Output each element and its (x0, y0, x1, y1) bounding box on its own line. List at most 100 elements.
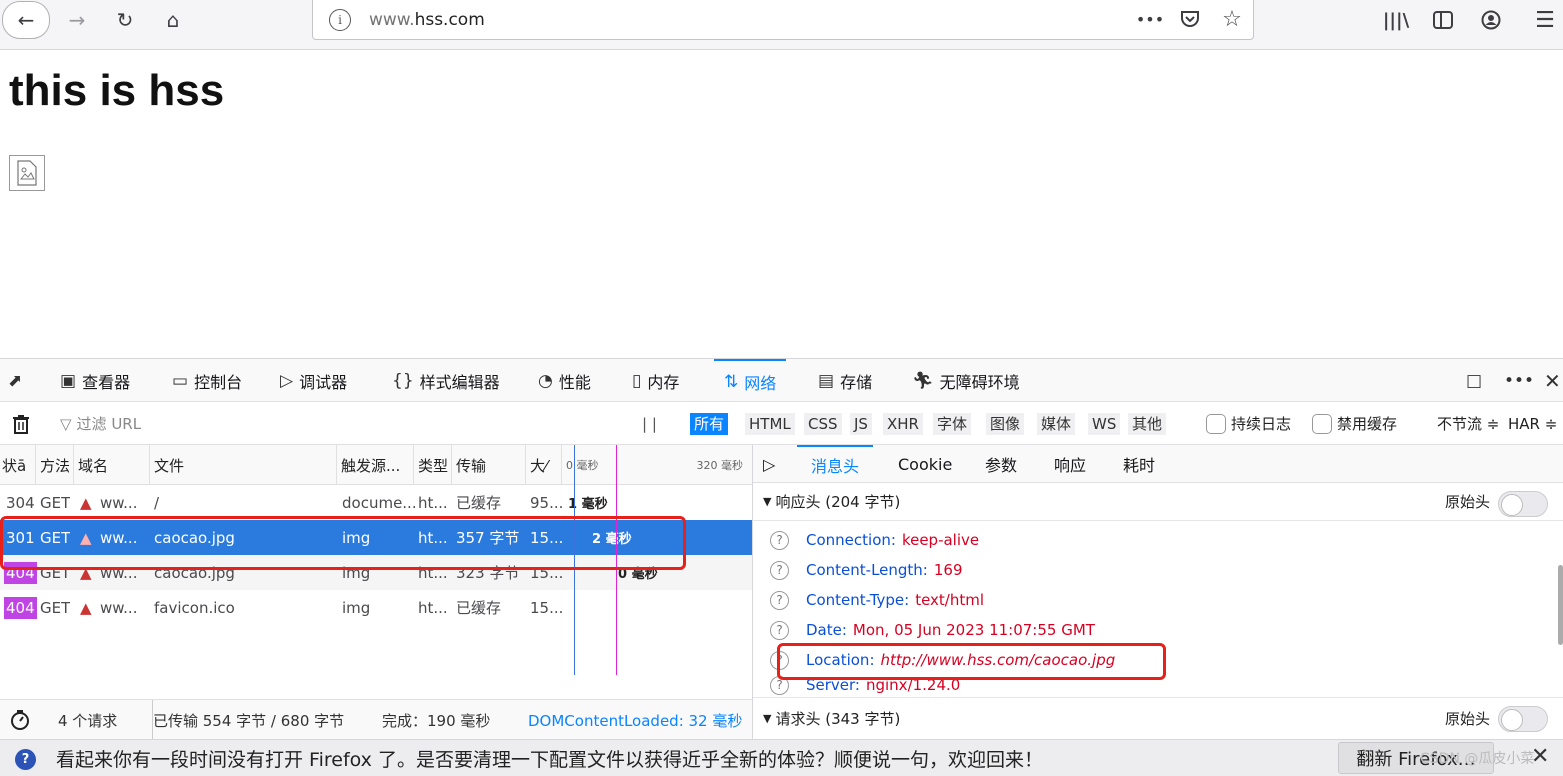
column-waterfall[interactable]: 0 毫秒 320 毫秒 (562, 445, 752, 485)
help-icon[interactable]: ? (770, 560, 789, 580)
timing-label: 0 毫秒 (618, 567, 658, 582)
column-status[interactable]: 状ā (0, 445, 36, 485)
cause-cell: img (342, 598, 371, 617)
info-icon[interactable]: i (329, 8, 351, 31)
help-icon[interactable]: ? (770, 675, 789, 695)
header-row: ? Content-Length: 169 (753, 555, 1553, 585)
table-row[interactable]: 404 GET ▲︎ ww... favicon.ico img ht... 已… (0, 590, 752, 625)
column-domain[interactable]: 域名 (74, 445, 150, 485)
tab-accessibility[interactable]: 🏃︎ 无障碍环境 (912, 359, 1020, 402)
tab-response[interactable]: 响应 (1054, 445, 1086, 483)
menu-icon[interactable]: ☰ (1530, 3, 1560, 37)
transferred-cell: 323 字节 (456, 564, 520, 582)
column-type[interactable]: 类型 (414, 445, 452, 485)
help-icon[interactable]: ? (770, 620, 789, 640)
page-heading: this is hss (9, 66, 225, 115)
column-size[interactable]: 大⁄ (526, 445, 562, 485)
page-actions-icon[interactable]: ••• (1135, 4, 1165, 34)
sidebar-icon[interactable] (1427, 3, 1459, 37)
tab-debugger[interactable]: ▷ 调试器 (280, 359, 347, 402)
header-value: nginx/1.24.0 (865, 676, 961, 694)
filter-xhr-button[interactable]: XHR (883, 413, 923, 435)
request-list-header: 状ā 方法 域名 文件 触发源... 类型 传输 大⁄ 0 毫秒 320 毫秒 (0, 445, 752, 485)
tab-memory[interactable]: ▯ 内存 (632, 359, 679, 402)
domain-cell: ww... (100, 598, 138, 617)
more-options-icon[interactable]: ••• (1504, 359, 1534, 402)
bookmark-star-icon[interactable]: ☆ (1217, 4, 1247, 34)
toggle-sidebar-icon[interactable]: ▷ (763, 445, 775, 483)
inspector-icon: ▣ (60, 370, 77, 391)
tab-inspector[interactable]: ▣ 查看器 (60, 359, 130, 402)
filter-ws-button[interactable]: WS (1088, 413, 1121, 435)
tab-storage[interactable]: ▤ 存储 (818, 359, 872, 402)
tab-cookies[interactable]: Cookie (898, 445, 952, 483)
disable-cache-checkbox[interactable]: 禁用缓存 (1312, 402, 1397, 445)
tab-label: 性能 (558, 372, 591, 392)
browser-toolbar: ← → ↻ ⌂ i www.hss.com ••• ☆ |||\ ☰ (0, 0, 1563, 50)
tab-style-editor[interactable]: {} 样式编辑器 (392, 359, 500, 402)
pocket-icon[interactable] (1175, 4, 1205, 34)
memory-icon: ▯ (632, 370, 642, 391)
filter-all-button[interactable]: 所有 (690, 413, 729, 435)
library-icon[interactable]: |||\ (1380, 3, 1412, 37)
column-file[interactable]: 文件 (150, 445, 337, 485)
account-icon[interactable] (1475, 3, 1507, 37)
filter-icon: ▽ (60, 414, 72, 433)
table-row[interactable]: 304 GET ▲︎ ww... / docume... ht... 已缓存 9… (0, 485, 752, 520)
filter-images-button[interactable]: 图像 (986, 413, 1025, 435)
forward-arrow-icon[interactable]: → (62, 3, 92, 37)
header-name: Content-Length: (806, 561, 928, 579)
back-arrow-icon[interactable]: ← (2, 1, 50, 39)
status-badge: 404 (4, 596, 37, 619)
column-cause[interactable]: 触发源... (337, 445, 414, 485)
column-transferred[interactable]: 传输 (452, 445, 526, 485)
table-row[interactable]: 301 GET ▲︎ ww... caocao.jpg img ht... 35… (0, 520, 752, 555)
filter-html-button[interactable]: HTML (745, 413, 795, 435)
request-headers-title: 请求头 (343 字节) (775, 710, 901, 728)
help-icon[interactable]: ? (770, 590, 789, 610)
tab-params[interactable]: 参数 (985, 445, 1017, 483)
type-cell: ht... (418, 598, 448, 617)
tab-network[interactable]: ⇅ 网络 (714, 359, 787, 402)
tab-timings[interactable]: 耗时 (1123, 445, 1155, 483)
size-cell: 15... (530, 528, 564, 547)
url-bar[interactable]: i www.hss.com ••• ☆ (312, 0, 1254, 40)
responsive-mode-icon[interactable]: □ (1466, 359, 1482, 402)
type-cell: ht... (418, 528, 448, 547)
element-picker-icon[interactable]: ⬈ (8, 359, 22, 402)
help-icon[interactable]: ? (770, 530, 789, 550)
throttle-select[interactable]: 不节流 ≑ (1437, 402, 1499, 445)
clear-trash-icon[interactable] (12, 402, 30, 445)
filter-url-input[interactable]: ▽ 过滤 URL (60, 402, 141, 445)
status-cell: 404 (4, 555, 37, 590)
tab-performance[interactable]: ◔ 性能 (538, 359, 591, 402)
scrollbar[interactable] (1558, 565, 1563, 645)
url-text[interactable]: www.hss.com (369, 10, 485, 30)
reload-icon[interactable]: ↻ (110, 3, 140, 37)
close-devtools-icon[interactable]: ✕ (1544, 359, 1561, 402)
filter-media-button[interactable]: 媒体 (1037, 413, 1076, 435)
header-name: Date: (806, 621, 847, 639)
tab-headers[interactable]: 消息头 (797, 445, 874, 483)
table-row[interactable]: 404 GET ▲︎ ww... caocao.jpg img ht... 32… (0, 555, 752, 590)
filter-fonts-button[interactable]: 字体 (933, 413, 972, 435)
request-headers-section[interactable]: ▼ 请求头 (343 字节) 原始头 (753, 697, 1563, 739)
stopwatch-icon[interactable] (10, 700, 30, 740)
url-domain: hss.com (414, 9, 485, 30)
home-icon[interactable]: ⌂ (156, 3, 190, 37)
column-method[interactable]: 方法 (36, 445, 74, 485)
help-icon[interactable]: ? (770, 650, 789, 670)
size-cell: 15... (530, 598, 564, 617)
load-marker (616, 445, 617, 675)
tab-console[interactable]: ▭ 控制台 (172, 359, 242, 402)
raw-headers-toggle[interactable] (1498, 706, 1548, 732)
filter-css-button[interactable]: CSS (804, 413, 842, 435)
har-menu[interactable]: HAR ≑ (1508, 402, 1557, 445)
response-headers-section[interactable]: ▼ 响应头 (204 字节) 原始头 (753, 483, 1563, 521)
raw-headers-toggle[interactable] (1498, 491, 1548, 517)
persist-logs-checkbox[interactable]: 持续日志 (1206, 402, 1291, 445)
filter-other-button[interactable]: 其他 (1128, 413, 1167, 435)
dom-loaded-marker (574, 445, 575, 675)
filter-js-button[interactable]: JS (850, 413, 872, 435)
pause-button[interactable]: | | (642, 402, 657, 445)
